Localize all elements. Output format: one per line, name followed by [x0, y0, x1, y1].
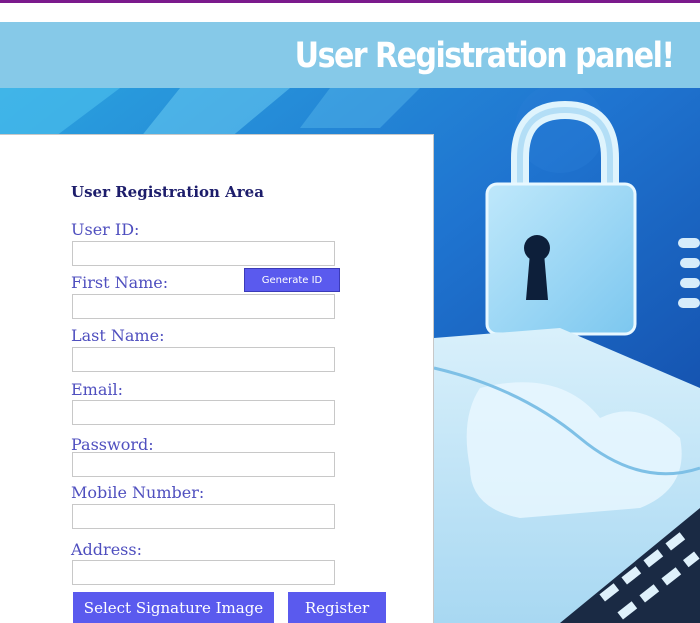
- address-input[interactable]: [72, 560, 335, 585]
- registration-form-panel: [0, 134, 434, 623]
- password-input[interactable]: [72, 452, 335, 477]
- top-spacer: [0, 3, 700, 23]
- first-name-input[interactable]: [72, 294, 335, 319]
- register-button[interactable]: Register: [288, 592, 386, 623]
- mobile-number-label: Mobile Number:: [71, 483, 205, 502]
- page-title: User Registration panel!: [295, 36, 675, 76]
- laptop-illustration: [433, 328, 700, 623]
- user-id-label: User ID:: [71, 220, 140, 239]
- mobile-number-input[interactable]: [72, 504, 335, 529]
- generate-id-button[interactable]: Generate ID: [244, 268, 340, 292]
- last-name-label: Last Name:: [71, 326, 165, 345]
- email-input[interactable]: [72, 400, 335, 425]
- address-label: Address:: [71, 540, 142, 559]
- user-id-input[interactable]: [72, 241, 335, 266]
- form-section-title: User Registration Area: [71, 183, 264, 201]
- header-banner: User Registration panel!: [0, 22, 700, 88]
- first-name-label: First Name:: [71, 273, 169, 292]
- last-name-input[interactable]: [72, 347, 335, 372]
- select-signature-button[interactable]: Select Signature Image: [73, 592, 274, 623]
- email-label: Email:: [71, 380, 124, 399]
